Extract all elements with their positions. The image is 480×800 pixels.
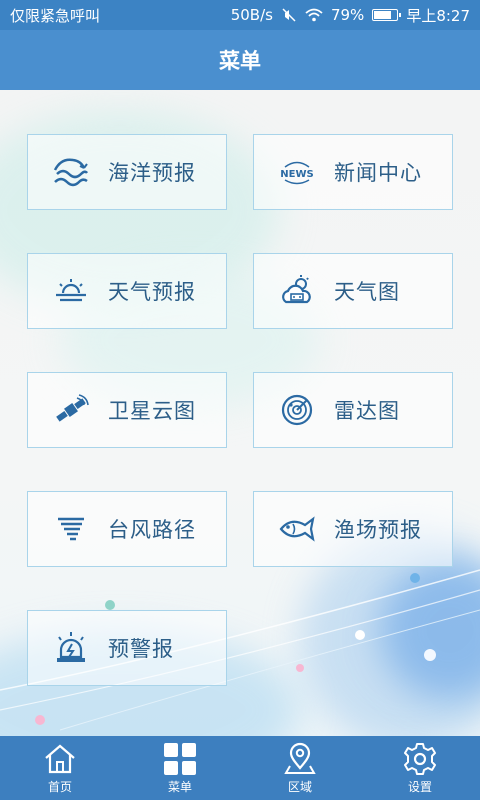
- menu-typhoon-track[interactable]: 台风路径: [27, 491, 227, 567]
- mute-icon: [282, 8, 296, 22]
- menu-label: 卫星云图: [108, 399, 196, 423]
- nav-settings[interactable]: 设置: [360, 736, 480, 800]
- menu-label: 天气预报: [108, 280, 196, 304]
- menu-label: 预警报: [108, 637, 174, 661]
- menu-radar[interactable]: 雷达图: [253, 372, 453, 448]
- clock: 早上8:27: [406, 6, 470, 25]
- typhoon-icon: [50, 511, 92, 547]
- nav-menu[interactable]: 菜单: [120, 736, 240, 800]
- sun-cloud-icon: [50, 273, 92, 309]
- bottom-nav: 首页 菜单 区域 设置: [0, 736, 480, 800]
- gear-icon: [402, 742, 438, 776]
- menu-content: 海洋预报 NEWS 新闻中心 天气预报 天气图 卫星云图 雷达图 台风路径 渔场…: [0, 90, 480, 736]
- menu-label: 新闻中心: [334, 161, 422, 185]
- network-speed: 50B/s: [230, 6, 273, 24]
- menu-label: 海洋预报: [108, 161, 196, 185]
- menu-label: 渔场预报: [334, 518, 422, 542]
- status-indicators: 50B/s 79% 早上8:27: [231, 5, 470, 26]
- satellite-icon: [50, 392, 92, 428]
- warning-light-icon: [50, 630, 92, 666]
- menu-news-center[interactable]: NEWS 新闻中心: [253, 134, 453, 210]
- menu-fishery-forecast[interactable]: 渔场预报: [253, 491, 453, 567]
- title-bar: 菜单: [0, 30, 480, 90]
- menu-warning[interactable]: 预警报: [27, 610, 227, 686]
- nav-label: 设置: [407, 779, 432, 794]
- radar-icon: [276, 392, 318, 428]
- nav-region[interactable]: 区域: [240, 736, 360, 800]
- ocean-wave-icon: [50, 154, 92, 190]
- menu-label: 台风路径: [108, 518, 196, 542]
- carrier-text: 仅限紧急呼叫: [10, 6, 101, 25]
- menu-satellite-cloud[interactable]: 卫星云图: [27, 372, 227, 448]
- battery-icon: [372, 9, 402, 21]
- wifi-icon: [305, 8, 323, 22]
- location-pin-icon: [282, 742, 318, 776]
- news-icon: NEWS: [276, 154, 318, 190]
- nav-label: 区域: [287, 779, 312, 794]
- menu-weather-map[interactable]: 天气图: [253, 253, 453, 329]
- fish-icon: [276, 511, 318, 547]
- weather-map-icon: [276, 273, 318, 309]
- menu-label: 天气图: [334, 280, 400, 304]
- menu-weather-forecast[interactable]: 天气预报: [27, 253, 227, 329]
- grid-menu-icon: [162, 742, 198, 776]
- page-title: 菜单: [219, 49, 261, 73]
- nav-label: 菜单: [167, 779, 192, 794]
- news-icon-text: NEWS: [280, 169, 313, 180]
- nav-label: 首页: [47, 779, 72, 794]
- nav-home[interactable]: 首页: [0, 736, 120, 800]
- menu-ocean-forecast[interactable]: 海洋预报: [27, 134, 227, 210]
- menu-label: 雷达图: [334, 399, 400, 423]
- status-bar: 仅限紧急呼叫 50B/s 79% 早上8:27: [0, 0, 480, 30]
- home-icon: [42, 742, 78, 776]
- battery-percent: 79%: [330, 6, 365, 24]
